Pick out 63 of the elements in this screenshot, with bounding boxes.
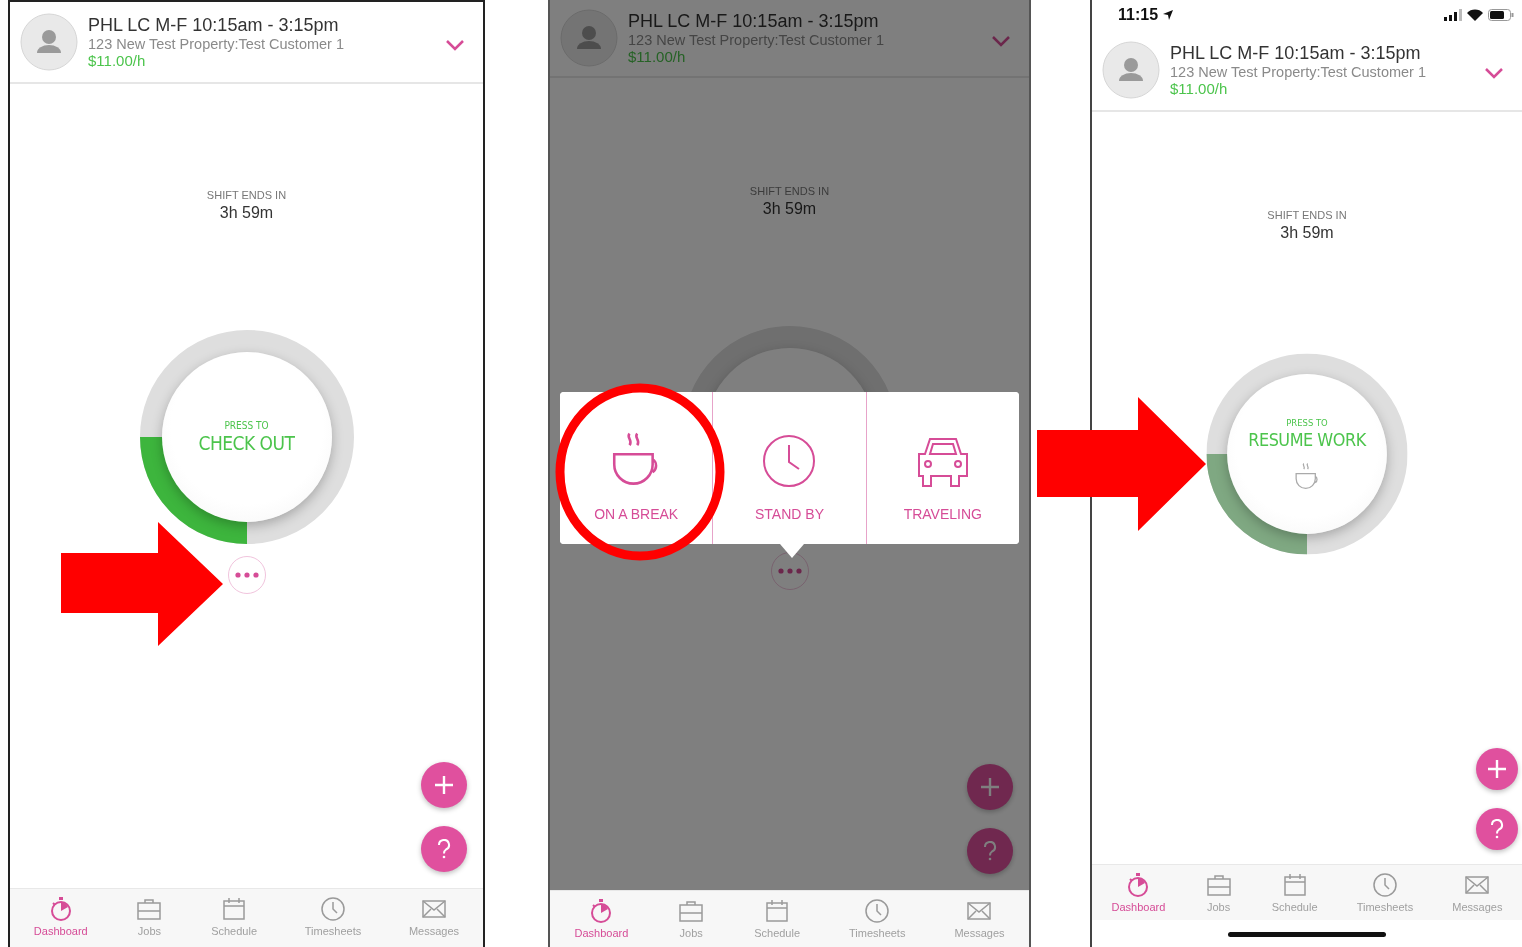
tab-button[interactable]: Schedule [211,889,258,947]
pay-rate: $11.00/h [628,48,687,65]
add-button[interactable] [967,764,1013,810]
shift-title: PHL LC M-F 10:15am - 3:15pm [628,11,880,32]
status-time: 11:15 [1118,6,1159,24]
help-button[interactable] [967,828,1013,874]
shift-ends-label: SHIFT ENDS IN [749,185,830,197]
shift-address: 123 New Test Property:Test Customer 1 [88,36,345,52]
tab-button[interactable]: Jobs [677,891,706,947]
tab-button[interactable]: Dashboard [33,889,88,947]
more-dots-icon [777,568,802,574]
shift-ends-label: SHIFT ENDS IN [1267,209,1347,221]
tab-button[interactable]: Jobs [1204,865,1233,920]
signal-icon [1444,9,1462,21]
tab-button[interactable]: Dashboard [1111,865,1166,920]
shift-title: PHL LC M-F 10:15am - 3:15pm [88,15,340,36]
more-button[interactable] [770,552,809,590]
tab-button[interactable]: Schedule [1271,865,1318,920]
question-mark-icon [437,839,451,859]
popover-pointer [780,544,804,558]
shift-address: 123 New Test Property:Test Customer 1 [628,32,885,48]
pay-rate: $11.00/h [88,52,147,69]
chevron-down-icon[interactable] [991,35,1011,47]
clock-icon [762,434,817,488]
tab-button[interactable]: Messages [1452,865,1503,920]
shift-title: PHL LC M-F 10:15am - 3:15pm [1170,43,1422,64]
tab-button[interactable]: Messages [408,889,460,947]
wifi-icon [1467,9,1483,21]
more-dots-icon [234,572,259,578]
avatar-icon [20,13,78,71]
question-mark-icon [983,841,997,861]
shift-remaining: 3h 59m [762,200,817,218]
avatar-icon [560,9,618,67]
shift-address: 123 New Test Property:Test Customer 1 [1170,64,1427,80]
battery-icon [1488,9,1514,21]
chevron-down-icon[interactable] [1484,67,1504,79]
pay-rate: $11.00/h [1170,80,1229,97]
shift-remaining: 3h 59m [1280,224,1334,242]
clock-icon [1370,871,1399,899]
clock-icon [319,895,347,923]
avatar-icon [1102,41,1160,99]
question-mark-icon [1490,819,1504,839]
plus-icon [1487,759,1507,779]
shift-ends-label: SHIFT ENDS IN [206,189,287,201]
tab-button[interactable]: Timesheets [1356,865,1414,920]
plus-icon [434,775,454,795]
status-option[interactable]: TRAVELING [865,392,1019,544]
more-button[interactable] [227,556,266,594]
add-button[interactable] [421,762,467,808]
chevron-down-icon[interactable] [445,39,465,51]
tab-button[interactable]: Jobs [135,889,164,947]
help-button[interactable] [421,826,467,872]
add-button[interactable] [1476,748,1518,790]
plus-icon [980,777,1000,797]
tab-button[interactable]: Messages [954,891,1005,947]
tab-button[interactable]: Dashboard [574,891,629,947]
help-button[interactable] [1476,808,1518,850]
clock-icon [863,897,892,925]
tab-button[interactable]: Timesheets [304,889,362,947]
tab-button[interactable]: Timesheets [849,891,906,947]
location-arrow-icon [1162,9,1175,21]
tab-button[interactable]: Schedule [754,891,801,947]
shift-remaining: 3h 59m [219,204,274,222]
